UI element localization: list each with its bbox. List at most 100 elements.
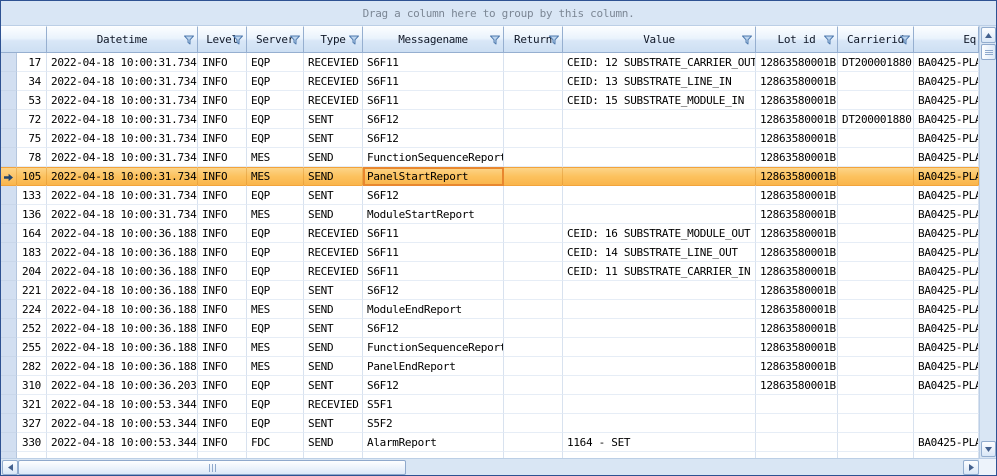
cell-eq[interactable]: BA0425-PLA <box>914 281 979 300</box>
cell-datetime[interactable]: 2022-04-18 10:00:36.188 <box>47 319 198 338</box>
row-indicator[interactable] <box>1 167 17 186</box>
cell-type[interactable]: SENT <box>304 110 363 129</box>
cell-carrierid[interactable] <box>838 262 914 281</box>
cell-return[interactable] <box>504 224 563 243</box>
cell-lotid[interactable] <box>756 395 838 414</box>
cell-server[interactable]: EQP <box>247 110 304 129</box>
cell-value[interactable]: CEID: 14 SUBSTRATE_LINE_OUT <box>563 243 756 262</box>
cell-level[interactable]: INFO <box>198 110 247 129</box>
cell-lotid[interactable]: 12863580001B <box>756 376 838 395</box>
cell-lotid[interactable]: 12863580001B <box>756 72 838 91</box>
vertical-scroll-thumb[interactable] <box>981 44 996 60</box>
cell-eq[interactable]: BA0425-PLA <box>914 376 979 395</box>
cell-eq[interactable]: BA0425-PLA <box>914 72 979 91</box>
cell-datetime[interactable]: 2022-04-18 10:00:31.734 <box>47 205 198 224</box>
cell-message[interactable]: ModuleStartReport <box>363 205 504 224</box>
row-indicator[interactable] <box>1 110 17 129</box>
cell-message[interactable]: S5F2 <box>363 414 504 433</box>
cell-eq[interactable]: BA0425-PLA <box>914 205 979 224</box>
cell-level[interactable]: INFO <box>198 262 247 281</box>
cell-value[interactable] <box>563 129 756 148</box>
cell-lotid[interactable]: 12863580001B <box>756 53 838 72</box>
row-indicator[interactable] <box>1 414 17 433</box>
cell-lotid[interactable]: 12863580001B <box>756 129 838 148</box>
cell-server[interactable]: MES <box>247 357 304 376</box>
cell-id[interactable]: 282 <box>17 357 47 376</box>
cell-carrierid[interactable] <box>838 300 914 319</box>
cell-message[interactable]: AlarmReport <box>363 433 504 452</box>
cell-id[interactable]: 330 <box>17 433 47 452</box>
cell-id[interactable]: 252 <box>17 319 47 338</box>
scroll-down-button[interactable] <box>981 441 996 457</box>
cell-value[interactable] <box>563 338 756 357</box>
table-row[interactable]: 2822022-04-18 10:00:36.188INFOMESSENDPan… <box>1 357 979 376</box>
cell-eq[interactable]: BA0425-PLA <box>914 91 979 110</box>
cell-value[interactable]: CEID: 12 SUBSTRATE_CARRIER_OUT <box>563 53 756 72</box>
cell-message[interactable]: S6F11 <box>363 262 504 281</box>
cell-message[interactable]: S6F11 <box>363 224 504 243</box>
cell-server[interactable]: FDC <box>247 433 304 452</box>
cell-return[interactable] <box>504 414 563 433</box>
row-indicator[interactable] <box>1 395 17 414</box>
cell-value[interactable] <box>563 376 756 395</box>
cell-eq[interactable] <box>914 395 979 414</box>
cell-carrierid[interactable] <box>838 167 914 186</box>
cell-eq[interactable]: BA0425-PLA <box>914 433 979 452</box>
table-row[interactable]: 752022-04-18 10:00:31.734INFOEQPSENTS6F1… <box>1 129 979 148</box>
row-indicator[interactable] <box>1 224 17 243</box>
cell-level[interactable]: INFO <box>198 300 247 319</box>
cell-carrierid[interactable] <box>838 243 914 262</box>
cell-id[interactable]: 136 <box>17 205 47 224</box>
cell-type[interactable]: SENT <box>304 129 363 148</box>
funnel-icon[interactable] <box>489 34 501 46</box>
cell-message[interactable]: PanelStartReport <box>363 167 504 186</box>
cell-datetime[interactable]: 2022-04-18 10:00:36.188 <box>47 357 198 376</box>
cell-lotid[interactable]: 12863580001B <box>756 243 838 262</box>
cell-eq[interactable]: BA0425-PLA <box>914 110 979 129</box>
cell-carrierid[interactable] <box>838 72 914 91</box>
header-cell-return[interactable]: Return <box>504 26 563 53</box>
cell-datetime[interactable]: 2022-04-18 10:00:31.734 <box>47 167 198 186</box>
cell-type[interactable]: RECEVIED <box>304 243 363 262</box>
cell-level[interactable]: INFO <box>198 357 247 376</box>
cell-server[interactable]: EQP <box>247 414 304 433</box>
cell-lotid[interactable]: 12863580001B <box>756 224 838 243</box>
row-indicator[interactable] <box>1 129 17 148</box>
cell-level[interactable]: INFO <box>198 186 247 205</box>
row-indicator[interactable] <box>1 205 17 224</box>
header-cell-server[interactable]: Server <box>247 26 304 53</box>
cell-value[interactable]: CEID: 13 SUBSTRATE_LINE_IN <box>563 72 756 91</box>
cell-carrierid[interactable]: DT200001880 <box>838 53 914 72</box>
cell-lotid[interactable]: 12863580001B <box>756 300 838 319</box>
cell-value[interactable]: CEID: 11 SUBSTRATE_CARRIER_IN <box>563 262 756 281</box>
cell-type[interactable]: SEND <box>304 300 363 319</box>
table-row[interactable]: 2242022-04-18 10:00:36.188INFOMESSENDMod… <box>1 300 979 319</box>
cell-message[interactable]: S6F12 <box>363 110 504 129</box>
cell-id[interactable]: 17 <box>17 53 47 72</box>
cell-server[interactable]: EQP <box>247 186 304 205</box>
cell-type[interactable]: SEND <box>304 357 363 376</box>
cell-value[interactable]: CEID: 16 SUBSTRATE_MODULE_OUT <box>563 224 756 243</box>
row-indicator[interactable] <box>1 243 17 262</box>
cell-level[interactable]: INFO <box>198 433 247 452</box>
row-indicator[interactable] <box>1 148 17 167</box>
table-row[interactable]: 3102022-04-18 10:00:36.203INFOEQPSENTS6F… <box>1 376 979 395</box>
cell-id[interactable]: 321 <box>17 395 47 414</box>
cell-carrierid[interactable]: DT200001880 <box>838 110 914 129</box>
cell-eq[interactable]: BA0425-PLA <box>914 262 979 281</box>
table-row[interactable]: 3302022-04-18 10:00:53.344INFOFDCSENDAla… <box>1 433 979 452</box>
cell-return[interactable] <box>504 243 563 262</box>
cell-type[interactable]: RECEVIED <box>304 224 363 243</box>
cell-return[interactable] <box>504 53 563 72</box>
cell-level[interactable]: INFO <box>198 205 247 224</box>
vertical-scrollbar[interactable] <box>979 26 996 458</box>
cell-value[interactable] <box>563 205 756 224</box>
cell-server[interactable]: EQP <box>247 91 304 110</box>
cell-eq[interactable]: BA0425-PLA <box>914 186 979 205</box>
cell-message[interactable]: S6F11 <box>363 53 504 72</box>
cell-type[interactable]: SEND <box>304 205 363 224</box>
row-indicator[interactable] <box>1 186 17 205</box>
cell-message[interactable]: S6F11 <box>363 91 504 110</box>
cell-type[interactable]: SEND <box>304 148 363 167</box>
header-cell-message[interactable]: Messagename <box>363 26 504 53</box>
